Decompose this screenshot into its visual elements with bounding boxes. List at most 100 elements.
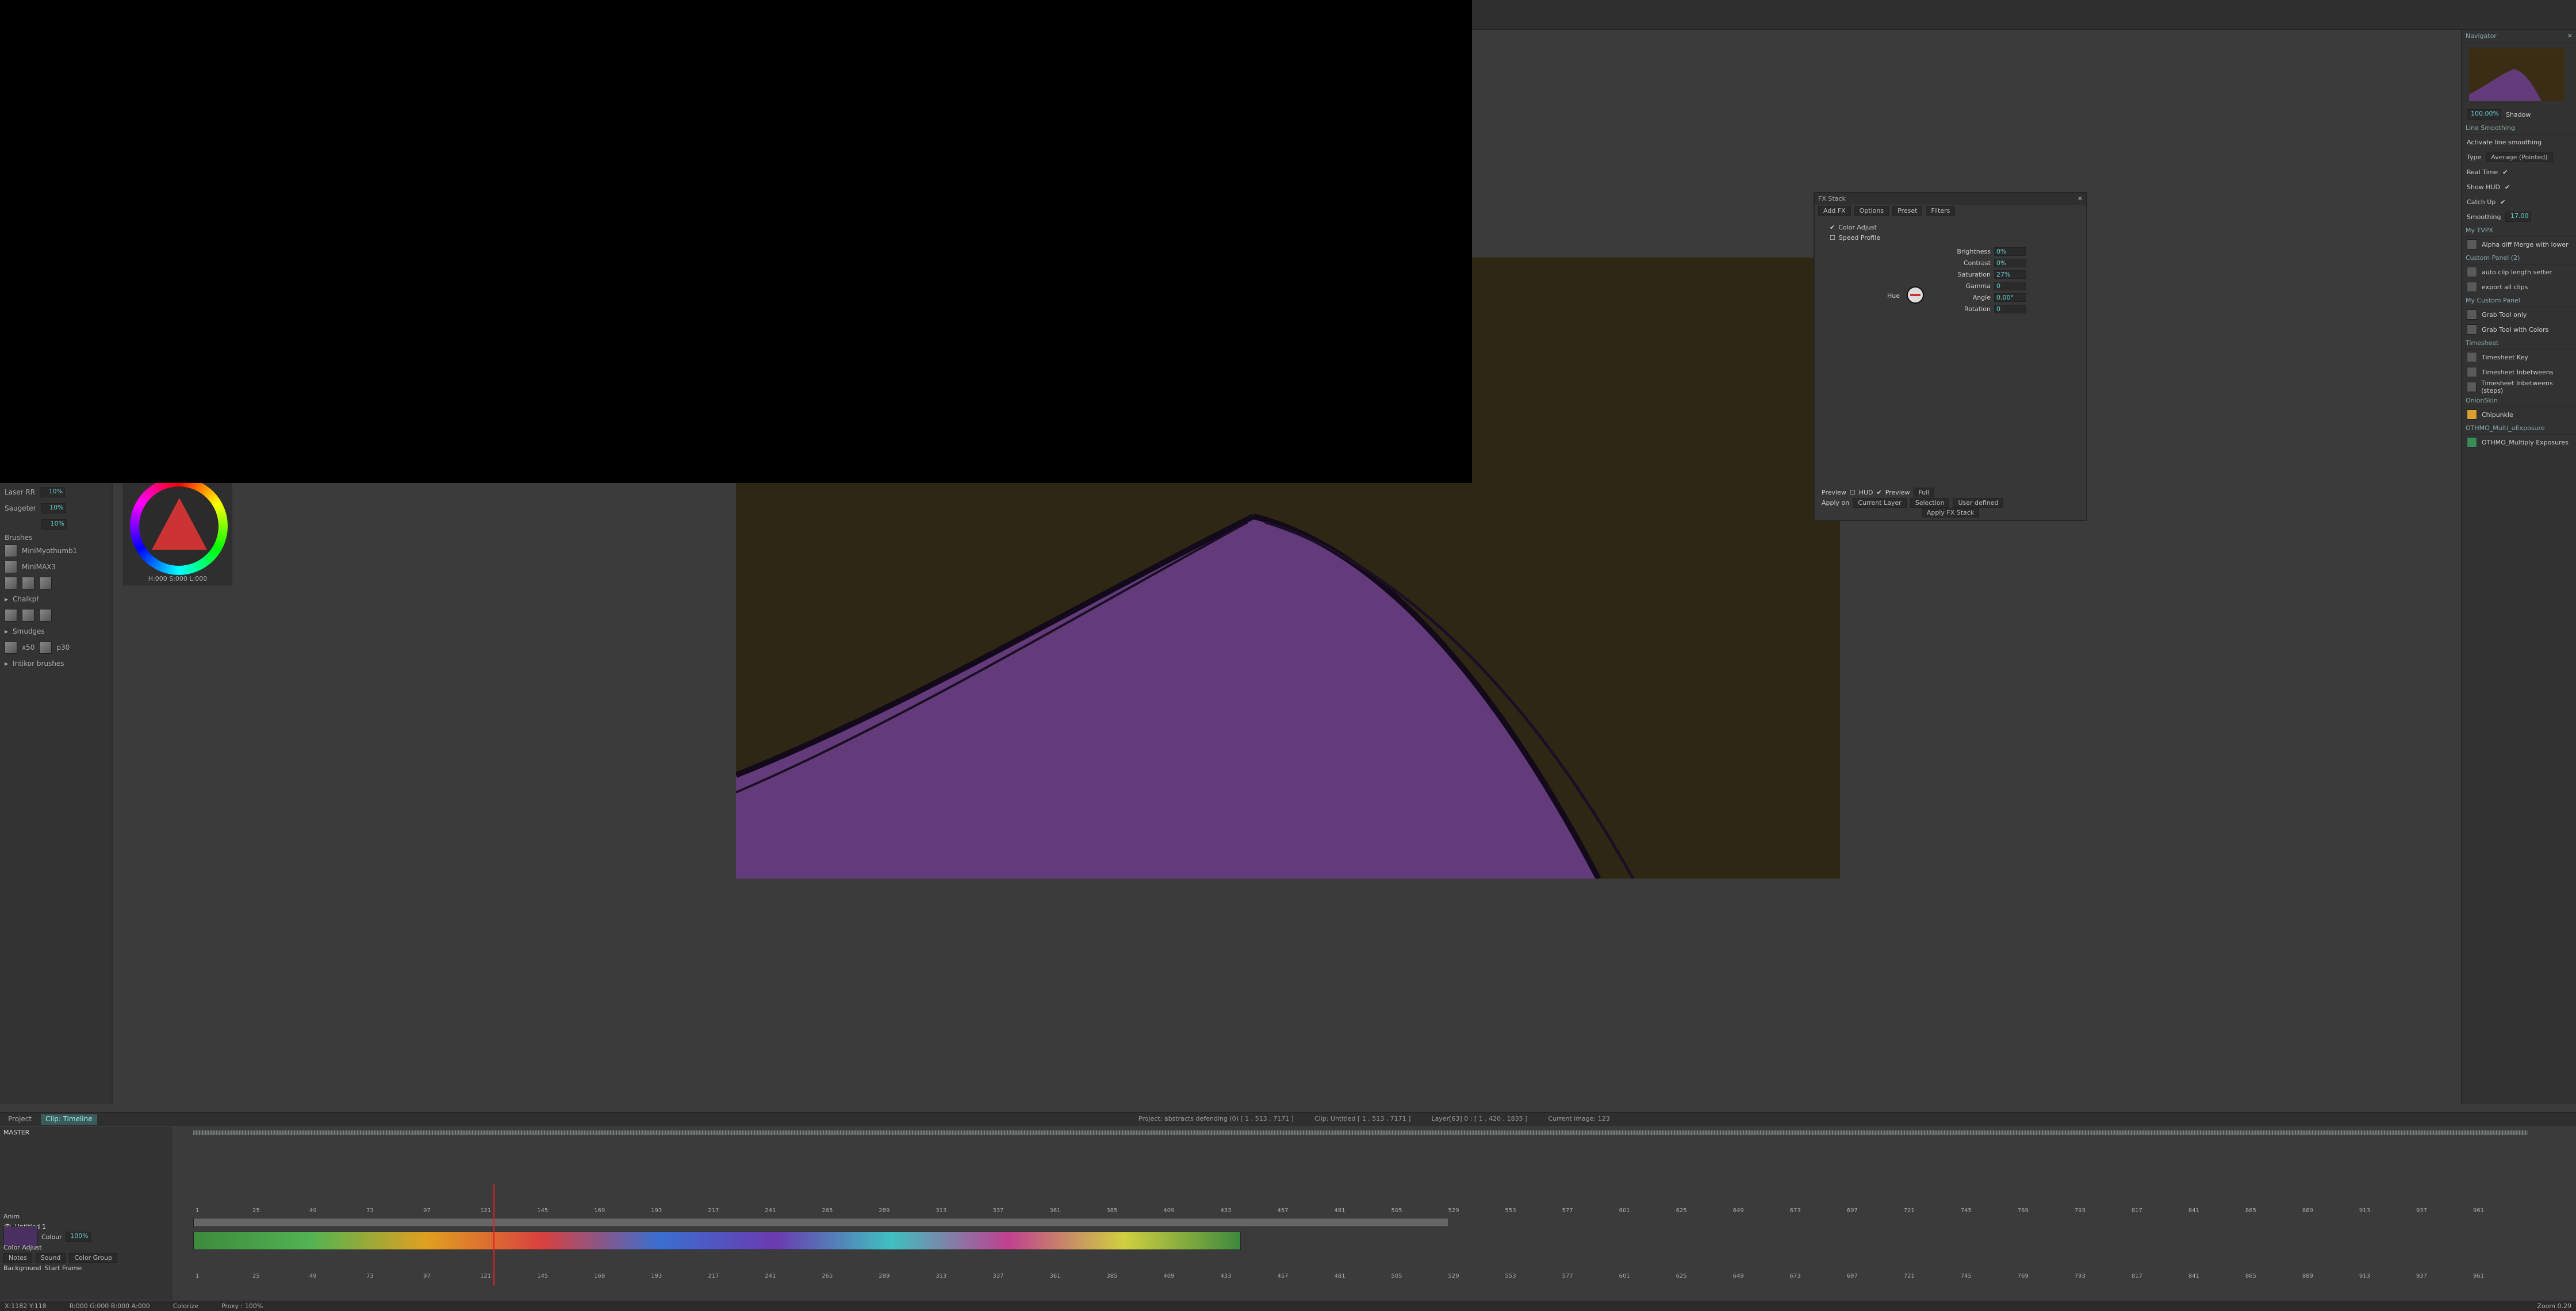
my-tvpx-header[interactable]: My TVPX: [2462, 224, 2576, 237]
check-icon[interactable]: ✔: [2500, 198, 2505, 206]
param-value[interactable]: 0%: [1994, 247, 2026, 256]
filters-button[interactable]: Filters: [1926, 206, 1956, 216]
color-triangle[interactable]: [152, 498, 207, 550]
brush-thumbs-row[interactable]: x50 p30: [0, 639, 112, 656]
apply-on-select[interactable]: Current Layer: [1853, 497, 1907, 508]
check-icon[interactable]: ✔: [2502, 168, 2508, 176]
notes-button[interactable]: Notes: [3, 1252, 32, 1263]
my-custom-item[interactable]: Grab Tool with Colors: [2462, 322, 2576, 337]
brush-thumb-icon[interactable]: [5, 577, 17, 589]
checkbox-icon[interactable]: ✔: [1830, 224, 1835, 231]
custom-panel-header[interactable]: Custom Panel (2): [2462, 252, 2576, 264]
param-brightness[interactable]: Brightness 0%: [1950, 247, 2054, 256]
brush-thumb-icon[interactable]: [39, 641, 52, 654]
multi-item[interactable]: OTHMO_Multiply Exposures: [2462, 435, 2576, 450]
param-rotation[interactable]: Rotation 0: [1950, 305, 2054, 313]
param-angle[interactable]: Angle 0.00°: [1950, 293, 2054, 302]
frame-ruler-bottom[interactable]: 1 25 49 73 97 121 145 169 193 217 241 265 289 313 337 3…: [190, 1273, 2570, 1281]
fx-effect-item[interactable]: ☐ Speed Profile: [1826, 232, 1930, 243]
my-custom-panel-header[interactable]: My Custom Panel: [2462, 294, 2576, 307]
brush-thumb-icon[interactable]: [22, 609, 34, 622]
timesheet-item[interactable]: Timesheet Key: [2462, 350, 2576, 365]
type-row[interactable]: Type Average (Pointed): [2462, 150, 2576, 164]
brush-thumb-icon[interactable]: [5, 609, 17, 622]
param-saturation[interactable]: Saturation 27%: [1950, 270, 2054, 279]
selection-select[interactable]: Selection: [1910, 497, 1950, 508]
saugeter-row[interactable]: Saugeter 10%: [0, 500, 112, 516]
preview-checkbox-icon[interactable]: ☐: [1850, 489, 1856, 496]
brush-thumbs-row[interactable]: [0, 575, 112, 591]
brush-thumbs-row[interactable]: [0, 607, 112, 623]
my-custom-item[interactable]: Grab Tool only: [2462, 307, 2576, 322]
folder-smudges[interactable]: ▸ Smudges: [0, 623, 112, 639]
frame-ruler-top[interactable]: 1 25 49 73 97 121 145 169 193 217 241 265 289 313 337 3…: [190, 1208, 2570, 1216]
color-group-button[interactable]: Color Group: [69, 1252, 118, 1263]
smoothing-field[interactable]: 17.00: [2505, 212, 2531, 222]
user-defined-select[interactable]: User defined: [1953, 497, 2004, 508]
preview-mode-select[interactable]: Full: [1913, 487, 1935, 497]
brush-thumb-icon[interactable]: [39, 577, 52, 589]
third-value-field[interactable]: 10%: [41, 519, 67, 530]
folder-intikor[interactable]: ▸ Intikor brushes: [0, 656, 112, 672]
param-gamma[interactable]: Gamma 0: [1950, 282, 2054, 290]
type-select[interactable]: Average (Pointed): [2486, 152, 2553, 162]
param-value[interactable]: 0: [1994, 305, 2026, 313]
line-smoothing-header[interactable]: Line Smoothing: [2462, 122, 2576, 135]
tab-clip-timeline[interactable]: Clip: Timeline: [41, 1114, 97, 1125]
brush-item[interactable]: MiniMyothumb1: [0, 543, 112, 559]
brush-item[interactable]: MiniMAX3: [0, 559, 112, 575]
zoom-field[interactable]: 100.00%: [2467, 109, 2501, 120]
smoothing-row[interactable]: Smoothing 17.00: [2462, 209, 2576, 224]
activate-row[interactable]: Activate line smoothing: [2462, 135, 2576, 150]
custom-item[interactable]: export all clips: [2462, 279, 2576, 294]
master-row[interactable]: MASTER: [0, 1127, 172, 1137]
apply-fx-stack-button[interactable]: Apply FX Stack: [1921, 508, 1980, 518]
sound-button[interactable]: Sound: [35, 1252, 66, 1263]
color-wheel[interactable]: [130, 477, 228, 575]
brush-thumb-icon[interactable]: [39, 609, 52, 622]
param-value[interactable]: 0.00°: [1994, 293, 2026, 302]
param-value[interactable]: 0: [1994, 282, 2026, 290]
close-icon[interactable]: ✕: [2077, 195, 2083, 203]
navigator-thumbnail[interactable]: [2469, 48, 2564, 101]
onionskin-item[interactable]: Chipunkle: [2462, 407, 2576, 422]
hue-knob[interactable]: [1907, 286, 1924, 304]
checkbox-icon[interactable]: ☐: [1830, 234, 1835, 241]
close-icon[interactable]: ✕: [2567, 32, 2573, 40]
layer-header-row[interactable]: Anim: [0, 1211, 172, 1221]
param-value[interactable]: 27%: [1994, 270, 2026, 279]
layer-instance-bar[interactable]: [193, 1218, 1449, 1227]
laser-row[interactable]: Laser RR 10%: [0, 484, 112, 500]
fx-effect-item[interactable]: ✔ Color Adjust: [1826, 222, 1930, 232]
show-hud-row[interactable]: Show HUD ✔: [2462, 179, 2576, 194]
brush-thumb-icon[interactable]: [22, 577, 34, 589]
fx-stack-titlebar[interactable]: FX Stack ✕: [1815, 193, 2086, 205]
multi-header[interactable]: OTHMO_Multi_uExposure: [2462, 422, 2576, 435]
custom-item[interactable]: auto clip length setter: [2462, 264, 2576, 279]
catch-up-row[interactable]: Catch Up ✔: [2462, 194, 2576, 209]
realtime-row[interactable]: Real Time ✔: [2462, 164, 2576, 179]
tab-project[interactable]: Project: [3, 1114, 36, 1125]
brush-thumb-icon[interactable]: [5, 641, 17, 654]
playhead[interactable]: [493, 1184, 494, 1286]
options-button[interactable]: Options: [1854, 206, 1889, 216]
saugeter-value-field[interactable]: 10%: [40, 503, 66, 513]
background-row[interactable]: Background Start Frame: [0, 1263, 172, 1273]
tvpx-item[interactable]: Alpha diff Merge with lower: [2462, 237, 2576, 252]
check-icon[interactable]: ✔: [2505, 183, 2510, 191]
hud-checkbox-icon[interactable]: ✔: [1877, 489, 1882, 496]
opacity-field[interactable]: 100%: [65, 1232, 91, 1242]
layer-frames-strip[interactable]: [193, 1232, 1241, 1250]
folder-chalk[interactable]: ▸ Chalkp!: [0, 591, 112, 607]
timesheet-header[interactable]: Timesheet: [2462, 337, 2576, 350]
param-contrast[interactable]: Contrast 0%: [1950, 259, 2054, 267]
onionskin-header[interactable]: OnionSkin: [2462, 394, 2576, 407]
timesheet-item[interactable]: Timesheet Inbetweens (steps): [2462, 379, 2576, 394]
navigator-header[interactable]: Navigator ✕: [2462, 30, 2576, 43]
preset-button[interactable]: Preset: [1892, 206, 1923, 216]
add-fx-button[interactable]: Add FX: [1818, 206, 1851, 216]
param-value[interactable]: 0%: [1994, 259, 2026, 267]
laser-value-field[interactable]: 10%: [40, 487, 66, 497]
timesheet-item[interactable]: Timesheet Inbetweens: [2462, 365, 2576, 379]
third-row[interactable]: 10%: [0, 516, 112, 532]
